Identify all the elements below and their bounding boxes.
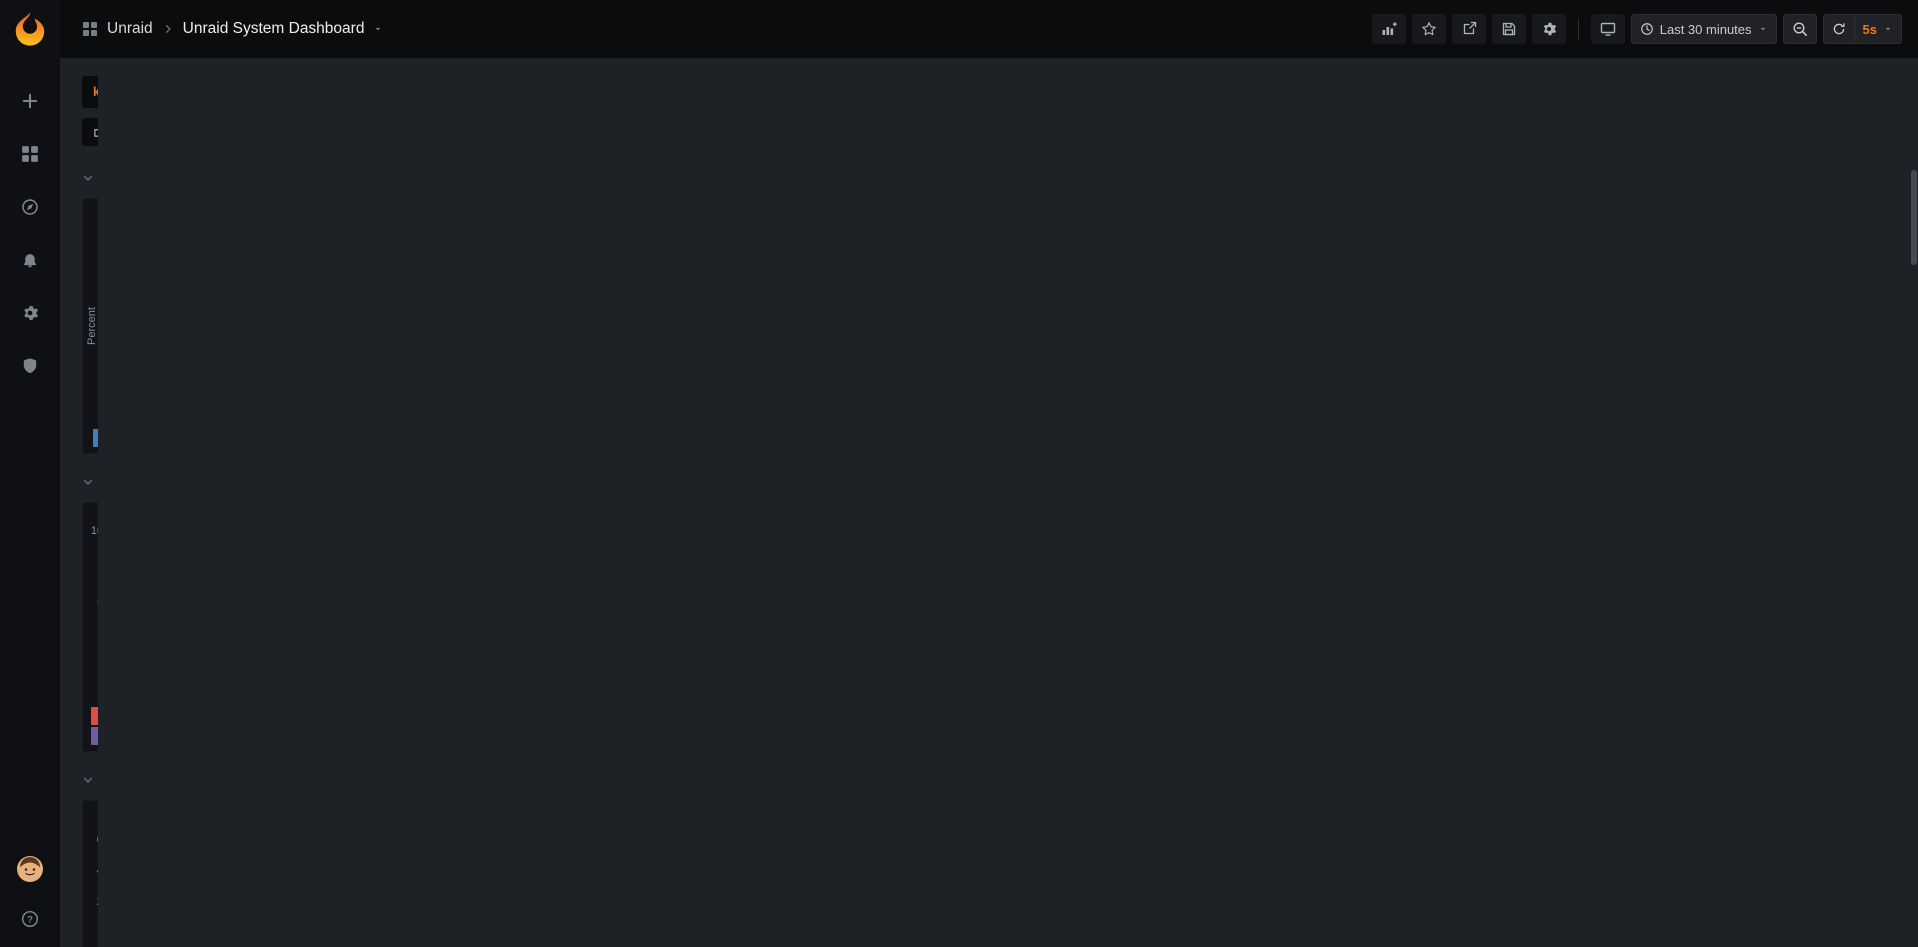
legend: UPS LoadMin: 17% Max: 32% Avg: 20%WattsM… — [83, 426, 98, 453]
refresh-button[interactable] — [1823, 14, 1855, 44]
panel-network: Network Last 30 minutes 6.0 MBs4.0 MBs2.… — [82, 800, 98, 947]
question-icon — [21, 910, 39, 928]
star-icon — [1421, 21, 1437, 37]
apps-grid-icon — [82, 21, 98, 37]
dashboards-icon — [21, 145, 39, 163]
breadcrumb-dashboard-title[interactable]: Unraid System Dashboard — [183, 20, 365, 38]
legend-color-dash — [93, 429, 98, 447]
share-dashboard-button[interactable] — [1452, 14, 1486, 44]
sidebar-item-dashboards[interactable] — [21, 145, 39, 168]
sidebar-item-create[interactable] — [21, 92, 39, 115]
sidebar-item-alerting[interactable] — [21, 251, 39, 274]
legend-row[interactable]: Core 621%39% — [91, 706, 98, 726]
star-dashboard-button[interactable] — [1412, 14, 1446, 44]
legend-color-dash — [91, 707, 98, 725]
sidebar — [0, 0, 60, 947]
caret-down-icon — [1883, 24, 1893, 34]
help-button[interactable] — [21, 910, 39, 933]
share-icon — [1461, 21, 1477, 37]
tv-mode-button[interactable] — [1591, 14, 1625, 44]
add-panel-icon — [1381, 21, 1397, 37]
avatar-icon — [16, 855, 44, 883]
chevron-down-icon — [82, 172, 94, 184]
caret-down-icon — [1758, 24, 1768, 34]
clock-icon — [1640, 22, 1654, 36]
shield-icon — [21, 357, 39, 375]
legend-item[interactable]: UPS LoadMin: 17% Max: 32% Avg: 20% — [93, 429, 98, 447]
navbar: Unraid Unraid System Dashboard Last 30 m… — [60, 0, 1918, 58]
gear-icon — [1541, 21, 1557, 37]
refresh-interval-picker[interactable]: 5s — [1855, 14, 1902, 44]
chevron-right-icon — [162, 23, 174, 35]
plus-icon — [21, 92, 39, 110]
refresh-icon — [1832, 22, 1846, 36]
chevron-down-icon — [82, 476, 94, 488]
legend-color-dash — [91, 727, 98, 745]
dashboard-link-grafana-plex-theme[interactable]: Grafana Plex Theme — [82, 118, 98, 146]
panel-ups-load-percent: UPS Load % Last 12 hours Percent 35%30%2… — [82, 198, 98, 454]
legend-table: avgcurrent ▾Core 621%39%Core 722%33% — [83, 690, 98, 751]
breadcrumb-folder[interactable]: Unraid — [107, 20, 153, 38]
save-dashboard-button[interactable] — [1492, 14, 1526, 44]
caret-down-icon[interactable] — [373, 24, 383, 34]
time-range-picker[interactable]: Last 30 minutes — [1631, 14, 1777, 44]
y-tick: 50% — [97, 597, 98, 609]
variable-kwh-price[interactable]: kWh Price0.65 — [82, 76, 98, 108]
add-panel-button[interactable] — [1372, 14, 1406, 44]
save-icon — [1501, 21, 1517, 37]
legend-row[interactable]: Core 722%33% — [91, 726, 98, 746]
compass-icon — [21, 198, 39, 216]
page-scrollbar-thumb[interactable] — [1911, 170, 1917, 265]
y-axis-label-left: Percent — [85, 227, 98, 426]
zoom-out-button[interactable] — [1783, 14, 1817, 44]
dashboard-settings-button[interactable] — [1532, 14, 1566, 44]
chevron-down-icon — [82, 774, 94, 786]
y-axis-left: 6.0 MBs 4.0 MBs 2.0 MBs — [85, 829, 98, 947]
gear-icon — [21, 304, 39, 322]
y-tick: 6.0 MBs — [97, 834, 98, 846]
y-axis-left: 100%50%0% — [85, 531, 98, 674]
dashboard-scroll-area[interactable]: kWh Price0.65 Currencykr UPS Max Output … — [60, 58, 98, 947]
y-tick: 2.0 MBs — [97, 896, 98, 908]
sidebar-item-explore[interactable] — [21, 198, 39, 221]
sidebar-item-configuration[interactable] — [21, 304, 39, 327]
refresh-interval-label: 5s — [1863, 22, 1877, 37]
time-range-label: Last 30 minutes — [1660, 22, 1752, 37]
zoom-out-icon — [1792, 21, 1808, 37]
panel-cpu-1: CPU 1 Last 30 minutes 100%50%0% 19:5019:… — [82, 502, 98, 752]
sidebar-item-server-admin[interactable] — [21, 357, 39, 380]
user-avatar[interactable] — [16, 855, 44, 888]
external-link-icon — [93, 126, 98, 138]
bell-icon — [21, 251, 39, 269]
y-tick: 100% — [91, 525, 98, 537]
grafana-logo-icon[interactable] — [11, 10, 49, 48]
navbar-divider — [1578, 18, 1579, 40]
monitor-icon — [1600, 21, 1616, 37]
y-tick: 4.0 MBs — [97, 865, 98, 877]
